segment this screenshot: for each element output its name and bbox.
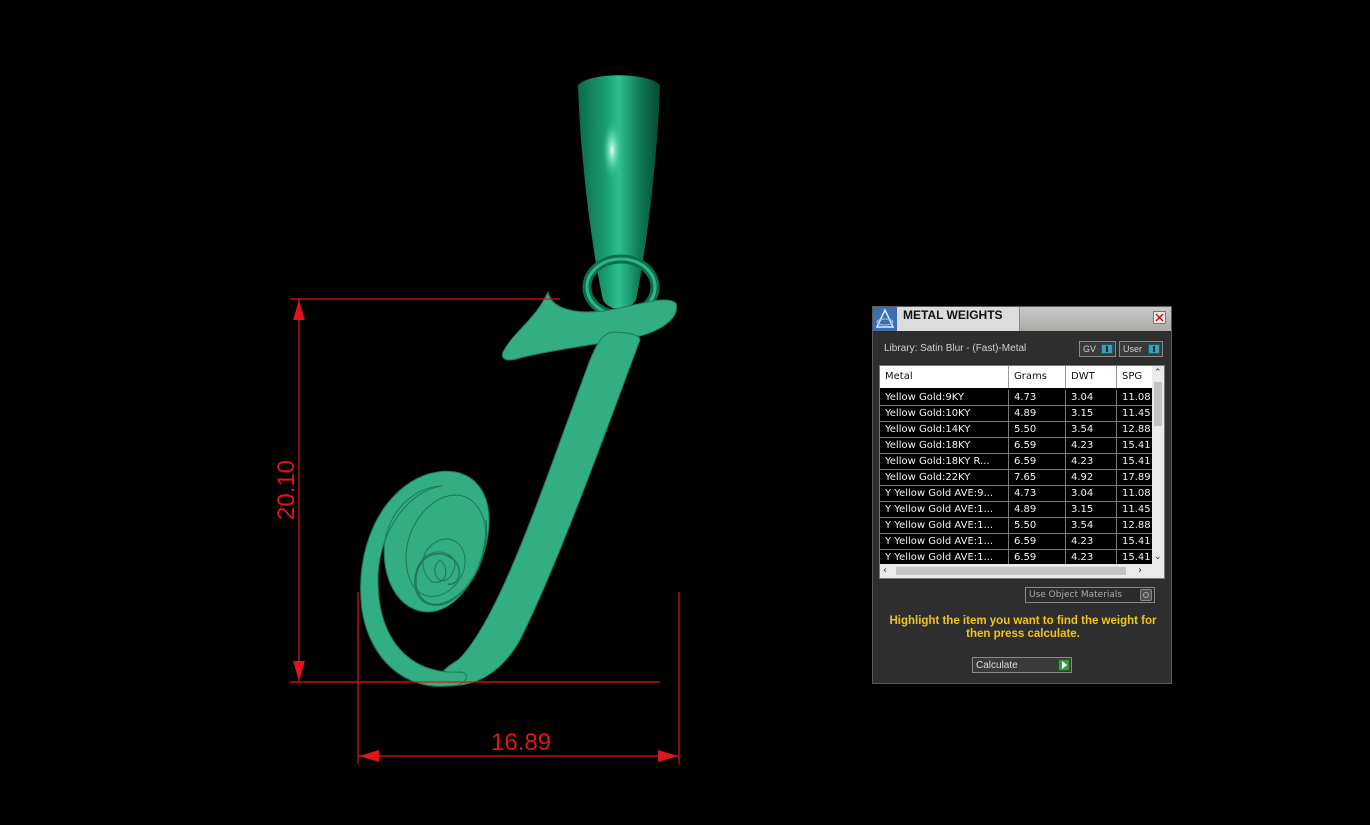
table-cell: 4.92 [1066,470,1117,485]
table-cell: 5.50 [1009,422,1066,437]
app-logo-icon [873,307,897,331]
metal-table[interactable]: Metal Grams DWT SPG Yellow Gold:9KY 4.73 3… [879,365,1165,579]
table-cell: 3.54 [1066,422,1117,437]
width-dimension-label: 16.89 [491,729,551,756]
table-cell: 15.41 [1122,440,1151,451]
table-cell: Yellow Gold:18KY R... [880,454,1009,469]
scroll-right-icon[interactable]: › [1138,565,1142,577]
column-header-metal[interactable]: Metal [880,366,1009,388]
metal-weights-panel: METAL WEIGHTS Library: Satin Blur - (Fas… [872,306,1172,684]
table-row[interactable]: Yellow Gold:18KY R... 6.59 4.23 15.41 [880,454,1152,470]
table-cell: 15.41 [1122,456,1151,467]
table-row[interactable]: Yellow Gold:14KY 5.50 3.54 12.88 [880,422,1152,438]
table-cell: 4.23 [1066,534,1117,549]
table-cell: 6.59 [1009,454,1066,469]
calculate-label: Calculate [976,660,1018,671]
column-header-spg[interactable]: SPG [1117,366,1152,388]
table-cell: Y Yellow Gold AVE:1... [880,534,1009,549]
horizontal-scrollbar[interactable]: ‹ › [880,564,1164,578]
scroll-up-icon[interactable]: ⌃ [1154,368,1162,378]
table-cell: 6.59 [1009,438,1066,453]
table-row[interactable]: Y Yellow Gold AVE:9... 4.73 3.04 11.08 [880,486,1152,502]
table-cell: 4.23 [1066,438,1117,453]
use-object-materials-label: Use Object Materials [1029,590,1123,600]
panel-titlebar[interactable]: METAL WEIGHTS [873,307,1171,331]
pendant-letter-j [360,75,678,687]
vertical-scroll-thumb[interactable] [1154,382,1162,426]
table-cell: 12.88 [1122,424,1151,435]
toggle-switch-icon [1148,344,1160,354]
use-object-materials-option[interactable]: Use Object Materials [1025,587,1155,603]
table-cell: 7.65 [1009,470,1066,485]
scroll-down-icon[interactable]: ⌄ [1154,552,1162,562]
table-cell: 4.23 [1066,454,1117,469]
table-row[interactable]: Y Yellow Gold AVE:1... 4.89 3.15 11.45 [880,502,1152,518]
close-button[interactable] [1153,311,1166,324]
table-cell: Yellow Gold:10KY [880,406,1009,421]
table-cell: 4.89 [1009,406,1066,421]
column-header-grams[interactable]: Grams [1009,366,1066,388]
table-cell: 4.23 [1066,550,1117,565]
panel-title: METAL WEIGHTS [903,308,1003,322]
table-cell: 4.73 [1009,390,1066,405]
table-cell: 3.04 [1066,486,1117,501]
table-cell: 3.54 [1066,518,1117,533]
table-cell: 15.41 [1122,536,1151,547]
toggle-switch-icon [1101,344,1113,354]
table-cell: Yellow Gold:18KY [880,438,1009,453]
gv-toggle-label: GV [1083,344,1097,354]
table-row[interactable]: Yellow Gold:18KY 6.59 4.23 15.41 [880,438,1152,454]
table-row[interactable]: Y Yellow Gold AVE:1... 6.59 4.23 15.41 [880,534,1152,550]
table-cell: 3.15 [1066,502,1117,517]
radio-icon[interactable] [1140,589,1152,601]
table-cell: 11.45 [1122,408,1151,419]
library-label: Library: Satin Blur - (Fast)-Metal [884,343,1027,354]
table-cell: Y Yellow Gold AVE:1... [880,502,1009,517]
table-cell: 3.15 [1066,406,1117,421]
gv-toggle[interactable]: GV [1079,341,1116,357]
table-cell: Y Yellow Gold AVE:9... [880,486,1009,501]
table-cell: 11.08 [1122,488,1151,499]
table-cell: 12.88 [1122,520,1151,531]
table-cell: Yellow Gold:14KY [880,422,1009,437]
horizontal-scroll-thumb[interactable] [896,567,1126,575]
table-cell: Y Yellow Gold AVE:1... [880,518,1009,533]
scroll-left-icon[interactable]: ‹ [883,565,887,577]
table-cell: 6.59 [1009,534,1066,549]
table-cell: 17.89 [1122,472,1151,483]
table-body: Yellow Gold:9KY 4.73 3.04 11.08 Yellow Gold:… [880,390,1152,566]
table-cell: 3.04 [1066,390,1117,405]
table-cell: 15.41 [1122,552,1151,563]
table-header: Metal Grams DWT SPG [880,366,1152,388]
table-row[interactable]: Y Yellow Gold AVE:1... 5.50 3.54 12.88 [880,518,1152,534]
height-dimension-label: 20.10 [273,460,300,520]
table-row[interactable]: Yellow Gold:9KY 4.73 3.04 11.08 [880,390,1152,406]
table-row[interactable]: Yellow Gold:10KY 4.89 3.15 11.45 [880,406,1152,422]
table-cell: 5.50 [1009,518,1066,533]
table-cell: Yellow Gold:9KY [880,390,1009,405]
vertical-scrollbar[interactable]: ⌃ ⌄ [1152,366,1164,566]
instructions-text: Highlight the item you want to find the … [889,615,1157,640]
table-cell: Yellow Gold:22KY [880,470,1009,485]
user-toggle-label: User [1123,344,1143,354]
table-cell: 11.45 [1122,504,1151,515]
calculate-button[interactable]: Calculate [972,657,1072,673]
table-cell: Y Yellow Gold AVE:1... [880,550,1009,565]
table-cell: 11.08 [1122,392,1151,403]
table-cell: 4.73 [1009,486,1066,501]
play-icon [1058,659,1070,671]
table-cell: 6.59 [1009,550,1066,565]
column-header-dwt[interactable]: DWT [1066,366,1117,388]
table-row[interactable]: Yellow Gold:22KY 7.65 4.92 17.89 [880,470,1152,486]
user-toggle[interactable]: User [1119,341,1163,357]
table-cell: 4.89 [1009,502,1066,517]
close-icon [1155,313,1164,322]
